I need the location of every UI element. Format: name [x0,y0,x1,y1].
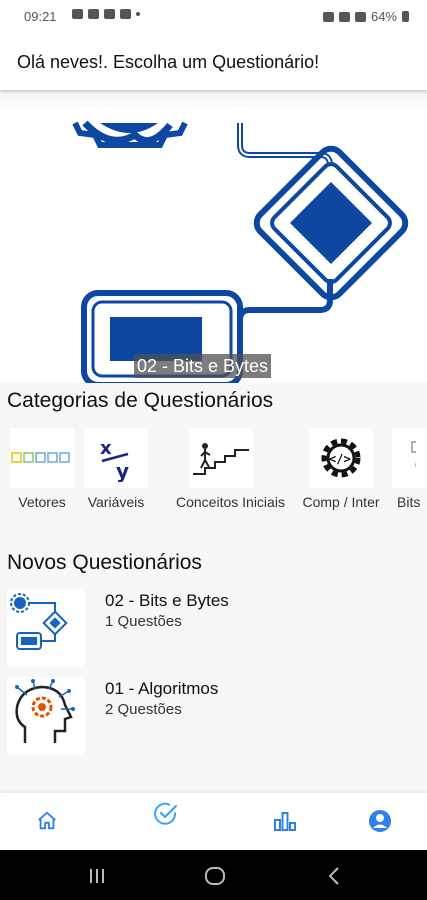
quiz-question-count: 1 Questões [105,613,182,630]
brain-gear-thumbnail [7,677,85,755]
category-item-bits[interactable]: Bits [392,428,427,510]
variables-icon: x y [84,428,148,488]
category-label: Comp / Inter [302,494,380,510]
svg-text:y: y [116,459,129,482]
svg-text:</>: </> [329,452,351,466]
status-right: 64% [322,9,409,24]
app-header: Olá neves!. Escolha um Questionário! [0,34,427,90]
categories-carousel[interactable]: Vetores x y Variáveis Conceitos Iniciais [0,428,427,518]
greeting-title: Olá neves!. Escolha um Questionário! [17,52,320,72]
system-navigation-bar [0,850,427,900]
more-notifications-icon [136,12,140,16]
featured-quiz-banner[interactable]: 02 - Bits e Bytes [0,95,427,383]
notification-icons [72,9,140,19]
nav-home[interactable] [34,808,60,834]
quiz-name: 01 - Algoritmos [105,679,219,698]
svg-text:x: x [100,438,112,459]
home-circle-icon [205,867,225,885]
category-label: Bits [397,494,421,510]
category-item-conceitos-iniciais[interactable]: Conceitos Iniciais [176,428,285,510]
signal-icon [354,11,366,22]
recent-apps-button[interactable] [88,867,106,890]
mute-icon [322,11,334,22]
category-item-variaveis[interactable]: x y Variáveis [71,428,161,510]
quiz-item-bits-bytes[interactable]: 02 - Bits e Bytes 1 Questões [0,589,427,669]
calendar-icon [88,9,99,19]
binary-icon [392,428,426,488]
back-chevron-icon [328,867,339,885]
category-label: Conceitos Iniciais [176,494,285,510]
youtube-icon [120,9,131,19]
array-icon [10,428,74,488]
stairs-icon [189,428,253,488]
battery-icon [402,11,409,22]
nav-quizzes[interactable] [153,801,179,827]
category-item-comp-inter[interactable]: </> Comp / Inter [296,428,386,510]
back-button[interactable] [326,866,344,891]
account-icon [369,810,391,832]
nav-stats[interactable] [272,808,298,834]
check-circle-icon [154,802,178,825]
home-icon [38,811,56,830]
flowchart-illustration [72,120,409,383]
new-quizzes-title: Novos Questionários [7,551,202,574]
wifi-icon [338,11,350,22]
bar-chart-icon [274,812,296,831]
categories-title: Categorias de Questionários [7,389,274,412]
battery-percent: 64% [370,9,397,24]
gallery-icon [72,9,83,19]
quiz-question-count: 2 Questões [105,701,182,718]
recent-apps-icon [90,869,104,883]
nav-profile[interactable] [367,808,393,834]
code-gear-icon: </> [309,428,373,488]
quiz-name: 02 - Bits e Bytes [105,591,229,610]
status-time: 09:21 [24,9,57,24]
flowchart-thumbnail [7,589,85,667]
status-bar: 09:21 64% [0,0,427,34]
bottom-navigation [0,793,427,850]
home-system-button[interactable] [204,865,226,892]
category-label: Variáveis [87,494,145,510]
quiz-item-algoritmos[interactable]: 01 - Algoritmos 2 Questões [0,677,427,757]
banner-caption: 02 - Bits e Bytes [134,354,272,378]
play-store-icon [104,9,115,19]
